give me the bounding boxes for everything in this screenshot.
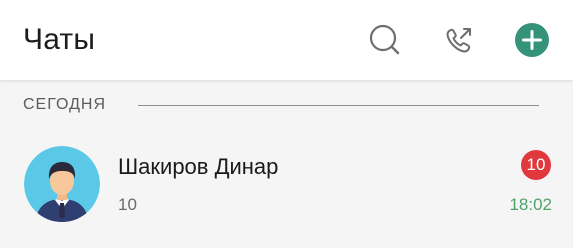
search-button[interactable] xyxy=(366,22,402,58)
search-icon xyxy=(369,24,400,55)
message-preview: 10 xyxy=(118,195,137,214)
user-avatar-icon xyxy=(24,146,100,222)
message-time: 18:02 xyxy=(509,195,552,214)
app-header: Чаты xyxy=(0,0,573,80)
page-title: Чаты xyxy=(23,23,96,56)
unread-badge: 10 xyxy=(521,150,551,180)
chat-name: Шакиров Динар xyxy=(118,154,279,179)
divider-line xyxy=(138,105,539,106)
new-chat-button[interactable] xyxy=(514,22,550,58)
plus-circle-icon xyxy=(515,23,549,57)
phone-outgoing-icon xyxy=(446,28,471,53)
section-label: СЕГОДНЯ xyxy=(23,96,121,114)
section-divider: СЕГОДНЯ xyxy=(23,94,543,118)
chats-screen: Чаты СЕГОДНЯ Шакиров Динар 10 10 18:02 xyxy=(0,0,573,248)
avatar xyxy=(24,146,100,222)
calls-button[interactable] xyxy=(441,22,477,58)
chat-list-item[interactable]: Шакиров Динар 10 10 18:02 xyxy=(0,138,573,230)
